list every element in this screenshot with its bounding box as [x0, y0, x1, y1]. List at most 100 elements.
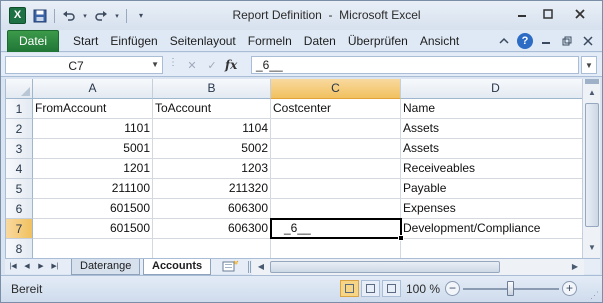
cell-a3[interactable]: 5001 — [33, 139, 153, 159]
row-header-8[interactable]: 8 — [6, 239, 33, 258]
cell-c2[interactable] — [271, 119, 401, 139]
page-break-view-icon[interactable] — [382, 280, 401, 297]
excel-app-icon[interactable]: X — [9, 7, 26, 24]
scroll-right-icon[interactable]: ▶ — [568, 260, 582, 274]
minimize-ribbon-icon[interactable] — [496, 33, 512, 49]
column-header-c[interactable]: C — [271, 79, 401, 99]
sheet-tab-daterange[interactable]: Daterange — [71, 259, 141, 275]
tab-page-layout[interactable]: Seitenlayout — [164, 34, 242, 50]
cell-d7[interactable]: Development/Compliance — [401, 219, 582, 239]
cell-d1[interactable]: Name — [401, 99, 582, 119]
cell-c3[interactable] — [271, 139, 401, 159]
redo-dropdown-icon[interactable]: ▾ — [113, 7, 121, 25]
row-header-5[interactable]: 5 — [6, 179, 33, 199]
column-header-b[interactable]: B — [153, 79, 271, 99]
page-layout-view-icon[interactable] — [361, 280, 380, 297]
select-all-corner[interactable] — [6, 79, 33, 99]
fill-handle[interactable] — [398, 235, 404, 241]
vertical-scroll-thumb[interactable] — [585, 103, 599, 227]
tab-view[interactable]: Ansicht — [414, 34, 465, 50]
save-icon[interactable] — [31, 7, 49, 25]
maximize-icon[interactable] — [536, 4, 560, 23]
cell-a1[interactable]: FromAccount — [33, 99, 153, 119]
cell-a5[interactable]: 211100 — [33, 179, 153, 199]
column-header-d[interactable]: D — [401, 79, 582, 99]
horizontal-split-handle[interactable] — [248, 261, 251, 273]
scroll-up-icon[interactable]: ▲ — [585, 86, 599, 100]
cell-c1[interactable]: Costcenter — [271, 99, 401, 119]
zoom-in-icon[interactable]: + — [562, 281, 577, 296]
cell-b7[interactable]: 606300 — [153, 219, 271, 239]
column-header-a[interactable]: A — [33, 79, 153, 99]
chevron-down-icon[interactable]: ▼ — [151, 60, 159, 69]
tab-formulas[interactable]: Formeln — [242, 34, 298, 50]
row-header-7[interactable]: 7 — [6, 219, 33, 239]
row-header-6[interactable]: 6 — [6, 199, 33, 219]
cell-b4[interactable]: 1203 — [153, 159, 271, 179]
cell-d5[interactable]: Payable — [401, 179, 582, 199]
cell-d6[interactable]: Expenses — [401, 199, 582, 219]
name-box[interactable]: C7 ▼ — [5, 56, 163, 74]
cell-c4[interactable] — [271, 159, 401, 179]
zoom-out-icon[interactable]: − — [445, 281, 460, 296]
cell-b5[interactable]: 211320 — [153, 179, 271, 199]
horizontal-scroll-thumb[interactable] — [270, 261, 500, 273]
cell-a2[interactable]: 1101 — [33, 119, 153, 139]
first-sheet-icon[interactable]: |◀ — [7, 260, 19, 273]
tab-data[interactable]: Daten — [298, 34, 342, 50]
cell-b8[interactable] — [153, 239, 271, 258]
undo-icon[interactable] — [60, 7, 78, 25]
vertical-scrollbar[interactable]: ▲ ▼ — [582, 79, 600, 258]
tab-insert[interactable]: Einfügen — [104, 34, 163, 50]
vertical-split-handle[interactable] — [585, 79, 599, 84]
zoom-level[interactable]: 100 % — [406, 282, 440, 296]
horizontal-scrollbar[interactable]: ◀ ▶ — [252, 259, 584, 275]
minimize-icon[interactable] — [510, 4, 534, 23]
workbook-minimize-icon[interactable] — [538, 33, 554, 49]
row-header-3[interactable]: 3 — [6, 139, 33, 159]
cell-a8[interactable] — [33, 239, 153, 258]
row-header-1[interactable]: 1 — [6, 99, 33, 119]
workbook-close-icon[interactable] — [580, 33, 596, 49]
redo-icon[interactable] — [92, 7, 110, 25]
scroll-down-icon[interactable]: ▼ — [585, 241, 599, 255]
cell-b1[interactable]: ToAccount — [153, 99, 271, 119]
tab-start[interactable]: Start — [67, 34, 104, 50]
cell-a4[interactable]: 1201 — [33, 159, 153, 179]
normal-view-icon[interactable] — [340, 280, 359, 297]
cell-b6[interactable]: 606300 — [153, 199, 271, 219]
formula-input[interactable]: _6__ — [251, 56, 579, 74]
cell-c8[interactable] — [271, 239, 401, 258]
tab-file[interactable]: Datei — [7, 30, 59, 52]
active-cell-c7[interactable]: _6__ — [270, 218, 402, 239]
workbook-restore-icon[interactable] — [559, 33, 575, 49]
cell-d3[interactable]: Assets — [401, 139, 582, 159]
formula-bar-grip-icon[interactable]: ⋮ — [168, 57, 178, 73]
cell-d2[interactable]: Assets — [401, 119, 582, 139]
customize-qat-icon[interactable]: ▾ — [132, 7, 150, 25]
cell-a7[interactable]: 601500 — [33, 219, 153, 239]
expand-formula-bar-icon[interactable]: ▼ — [581, 56, 597, 74]
row-header-4[interactable]: 4 — [6, 159, 33, 179]
cell-c5[interactable] — [271, 179, 401, 199]
cell-b2[interactable]: 1104 — [153, 119, 271, 139]
undo-dropdown-icon[interactable]: ▾ — [81, 7, 89, 25]
sheet-tab-accounts[interactable]: Accounts — [143, 259, 212, 275]
zoom-slider-thumb[interactable] — [507, 281, 514, 296]
next-sheet-icon[interactable]: ▶ — [35, 260, 47, 273]
tab-review[interactable]: Überprüfen — [342, 34, 414, 50]
cell-d4[interactable]: Receiveables — [401, 159, 582, 179]
row-header-2[interactable]: 2 — [6, 119, 33, 139]
previous-sheet-icon[interactable]: ◀ — [21, 260, 33, 273]
scroll-left-icon[interactable]: ◀ — [254, 260, 268, 274]
confirm-entry-icon[interactable]: ✓ — [205, 58, 219, 72]
close-icon[interactable] — [562, 4, 598, 23]
help-icon[interactable]: ? — [517, 33, 533, 49]
resize-grip-icon[interactable]: ⋰ — [590, 290, 600, 300]
cancel-entry-icon[interactable]: ✕ — [185, 58, 199, 72]
insert-function-icon[interactable]: fx — [225, 58, 237, 72]
cell-d8[interactable] — [401, 239, 582, 258]
last-sheet-icon[interactable]: ▶| — [49, 260, 61, 273]
cell-a6[interactable]: 601500 — [33, 199, 153, 219]
insert-sheet-icon[interactable] — [221, 260, 239, 273]
